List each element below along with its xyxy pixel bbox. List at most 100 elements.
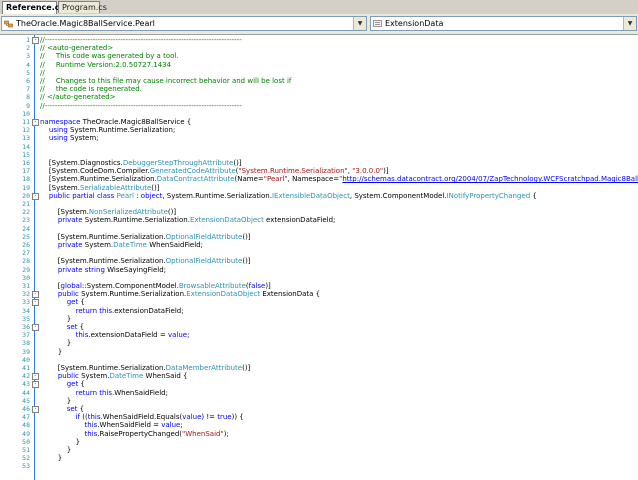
code-line[interactable]: 53 <box>0 462 638 470</box>
code-line[interactable]: 30 <box>0 274 638 282</box>
code-token: } <box>40 347 63 356</box>
code-line[interactable]: 28 [System.Runtime.Serialization.Optiona… <box>0 257 638 265</box>
line-number: 11 <box>22 118 30 126</box>
code-line[interactable]: 23 private System.Runtime.Serialization.… <box>0 216 638 224</box>
code-token: .WhenSaidField = <box>97 421 162 430</box>
code-line[interactable]: 43- get { <box>0 380 638 389</box>
chevron-down-icon[interactable]: ▼ <box>623 17 636 30</box>
line-number: 51 <box>22 446 30 454</box>
code-line[interactable]: 20- public partial class Pearl : object,… <box>0 192 638 200</box>
code-line[interactable]: 12 using System.Runtime.Serialization; <box>0 126 638 134</box>
code-line[interactable]: 4 // Runtime Version:2.0.50727.1434 <box>0 61 638 69</box>
code-line[interactable]: 34 return this.extensionDataField; <box>0 307 638 315</box>
code-line[interactable]: 1-//------------------------------------… <box>0 36 638 44</box>
code-line[interactable]: 22 [System.NonSerializedAttribute()] <box>0 208 638 216</box>
code-line[interactable]: 9 //-------------------------------------… <box>0 102 638 110</box>
code-line[interactable]: 2 // <auto-generated> <box>0 44 638 52</box>
collapse-toggle-icon[interactable]: - <box>32 37 39 44</box>
code-line[interactable]: 3 // This code was generated by a tool. <box>0 52 638 60</box>
code-line[interactable]: 29 private string WiseSayingField; <box>0 266 638 274</box>
code-line[interactable]: 44 return this.WhenSaidField; <box>0 389 638 397</box>
code-line[interactable]: 37 this.extensionDataField = value; <box>0 331 638 339</box>
line-number: 45 <box>22 396 30 405</box>
code-editor[interactable]: 1-//------------------------------------… <box>0 35 638 480</box>
code-line[interactable]: 16 [System.Diagnostics.DebuggerStepThrou… <box>0 159 638 167</box>
code-line[interactable]: 50 } <box>0 438 638 446</box>
code-token: private string <box>57 265 105 274</box>
code-line[interactable]: 5 // <box>0 69 638 77</box>
code-line[interactable]: 39 } <box>0 348 638 356</box>
collapse-toggle-icon[interactable]: - <box>32 406 39 413</box>
tab-reference-cs[interactable]: Reference.cs <box>2 1 64 15</box>
code-line[interactable]: 36- set { <box>0 323 638 331</box>
code-token: .RaisePropertyChanged( <box>97 429 183 438</box>
code-line[interactable]: 21 <box>0 200 638 208</box>
code-text: set { <box>40 405 84 413</box>
member-dropdown[interactable]: ExtensionData ▼ <box>370 16 637 31</box>
code-line[interactable]: 14 <box>0 143 638 151</box>
code-text: } <box>40 438 80 446</box>
collapse-toggle-icon[interactable]: - <box>32 324 39 331</box>
type-dropdown[interactable]: TheOracle.Magic8BallService.Pearl ▼ <box>1 16 367 31</box>
tab-program-cs[interactable]: Program.cs <box>58 1 107 13</box>
code-token: set <box>66 405 78 413</box>
code-token: )) { <box>231 413 244 422</box>
code-line[interactable]: 15 <box>0 151 638 159</box>
code-line[interactable]: 49 this.RaisePropertyChanged("WhenSaid")… <box>0 430 638 438</box>
code-token: [System.Runtime.Serialization. <box>40 257 166 266</box>
line-number: 12 <box>22 126 30 135</box>
code-line[interactable]: 24 <box>0 225 638 233</box>
code-text: //--------------------------------------… <box>40 102 242 110</box>
code-line[interactable]: 7 // the code is regenerated. <box>0 85 638 93</box>
code-line[interactable]: 35 } <box>0 315 638 323</box>
code-line[interactable]: 51 } <box>0 446 638 454</box>
code-line[interactable]: 48 this.WhenSaidField = value; <box>0 421 638 429</box>
code-token: .extensionDataField; <box>112 306 184 315</box>
code-token: System.Runtime.Serialization; <box>67 126 176 135</box>
line-number: 39 <box>22 347 30 356</box>
code-token: ) != <box>201 413 218 422</box>
code-line[interactable]: 42- public System.DateTime WhenSaid { <box>0 372 638 381</box>
code-line[interactable]: 18 [System.Runtime.Serialization.DataCon… <box>0 175 638 183</box>
code-line[interactable]: 25 [System.Runtime.Serialization.Optiona… <box>0 233 638 241</box>
code-line[interactable]: 47 if ((this.WhenSaidField.Equals(value)… <box>0 413 638 421</box>
code-token: this <box>84 421 98 430</box>
line-number: 29 <box>22 265 30 274</box>
code-line[interactable]: 41 [System.Runtime.Serialization.DataMem… <box>0 364 638 372</box>
code-line[interactable]: 11- namespace TheOracle.Magic8BallService… <box>0 118 638 126</box>
code-line[interactable]: 38 } <box>0 339 638 347</box>
collapse-toggle-icon[interactable]: - <box>32 192 39 200</box>
code-line[interactable]: 32- public System.Runtime.Serialization.… <box>0 290 638 299</box>
code-text: if ((this.WhenSaidField.Equals(value) !=… <box>40 413 244 421</box>
code-line[interactable]: 40 <box>0 356 638 364</box>
code-line[interactable]: 27 <box>0 249 638 257</box>
code-line[interactable]: 46- set { <box>0 405 638 413</box>
code-token: System.Runtime.Serialization. <box>78 290 187 299</box>
chevron-down-icon[interactable]: ▼ <box>353 17 366 30</box>
code-line[interactable]: 13 using System; <box>0 134 638 142</box>
collapse-toggle-icon[interactable]: - <box>32 381 39 389</box>
collapse-toggle-icon[interactable]: - <box>32 299 39 307</box>
collapse-toggle-icon[interactable]: - <box>32 119 39 126</box>
code-token: // <auto-generated> <box>40 44 114 53</box>
collapse-toggle-icon[interactable]: - <box>32 291 39 299</box>
code-token[interactable]: http://schemas.datacontract.org/2004/07/… <box>342 175 638 183</box>
code-token: ; <box>180 421 183 430</box>
code-token: [System.Runtime.Serialization. <box>40 232 166 241</box>
code-line[interactable]: 8 // </auto-generated> <box>0 93 638 101</box>
code-token: [System.Runtime.Serialization. <box>40 364 166 372</box>
code-line[interactable]: 31 [global::System.ComponentModel.Browsa… <box>0 282 638 290</box>
code-line[interactable]: 19 [System.SerializableAttribute()] <box>0 184 638 192</box>
code-line[interactable]: 52 } <box>0 454 638 462</box>
code-line[interactable]: 6 // Changes to this file may cause incor… <box>0 77 638 85</box>
code-line[interactable]: 45 } <box>0 397 638 405</box>
collapse-toggle-icon[interactable]: - <box>32 373 39 381</box>
code-line[interactable]: 26 private System.DateTime WhenSaidField… <box>0 241 638 249</box>
code-token: } <box>40 314 72 323</box>
code-line[interactable]: 33- get { <box>0 298 638 307</box>
code-token: } <box>40 454 63 463</box>
code-line[interactable]: 17 [System.CodeDom.Compiler.GeneratedCod… <box>0 167 638 175</box>
code-line[interactable]: 10 <box>0 110 638 118</box>
code-token: DataMemberAttribute <box>165 364 243 372</box>
